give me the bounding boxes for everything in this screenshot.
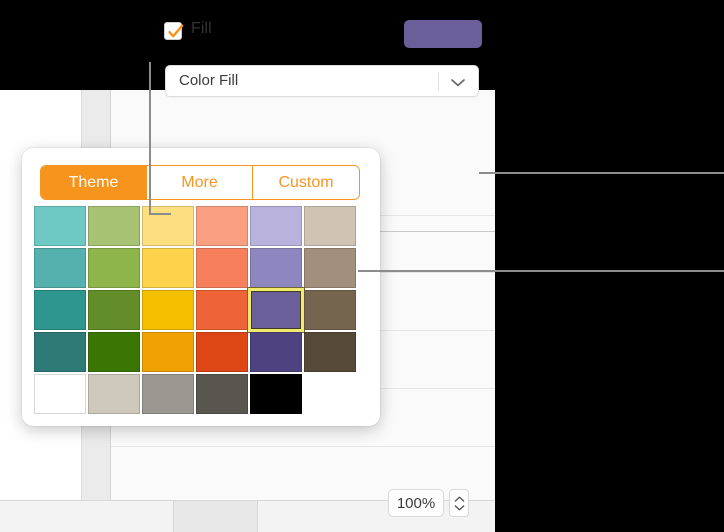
color-swatch-tan-light[interactable] xyxy=(304,206,356,246)
color-swatch-purple-medium-light[interactable] xyxy=(250,248,302,288)
color-swatch-medium-gray[interactable] xyxy=(142,374,194,414)
fill-type-select[interactable]: Color Fill xyxy=(165,65,479,97)
callout-to-fill-type-select xyxy=(479,172,724,174)
chevron-down-icon[interactable] xyxy=(448,76,468,88)
color-swatch-orange-light[interactable] xyxy=(196,206,248,246)
fill-checkbox[interactable] xyxy=(164,22,184,40)
color-swatch-tan-medium-light[interactable] xyxy=(304,248,356,288)
tab-theme-label: Theme xyxy=(68,173,119,191)
tab-custom-label: Custom xyxy=(278,173,334,191)
fill-type-value: Color Fill xyxy=(179,72,239,89)
color-swatch-tan-dark[interactable] xyxy=(304,332,356,372)
chevron-down-icon[interactable] xyxy=(454,504,465,511)
color-swatch-green-medium-light[interactable] xyxy=(88,248,140,288)
color-swatch-yellow-medium-light[interactable] xyxy=(142,248,194,288)
color-swatch-orange-medium-light[interactable] xyxy=(196,248,248,288)
color-swatch-teal-dark[interactable] xyxy=(34,332,86,372)
fill-label: Fill xyxy=(191,20,212,37)
zoom-stepper[interactable] xyxy=(449,489,469,517)
color-swatch-teal-light[interactable] xyxy=(34,206,86,246)
color-swatch-green-dark[interactable] xyxy=(88,332,140,372)
tab-more[interactable]: More xyxy=(147,166,253,199)
color-swatch-green-light[interactable] xyxy=(88,206,140,246)
color-swatch-teal-medium[interactable] xyxy=(34,290,86,330)
fill-color-chip[interactable] xyxy=(404,20,482,48)
chevron-up-icon[interactable] xyxy=(454,496,465,502)
color-swatch-tan-medium[interactable] xyxy=(304,290,356,330)
zoom-value-field[interactable]: 100% xyxy=(388,489,444,517)
checkmark-icon xyxy=(168,24,184,38)
color-swatch-empty xyxy=(304,374,356,414)
color-picker-popover: Theme More Custom xyxy=(22,148,380,426)
callout-to-fill-swatch-arm xyxy=(149,213,171,215)
select-divider xyxy=(438,72,439,91)
tab-theme[interactable]: Theme xyxy=(41,166,147,199)
color-swatch-purple-light[interactable] xyxy=(250,206,302,246)
color-swatch-white[interactable] xyxy=(34,374,86,414)
color-swatch-yellow-dark[interactable] xyxy=(142,332,194,372)
color-swatch-yellow-medium[interactable] xyxy=(142,290,194,330)
tab-custom[interactable]: Custom xyxy=(253,166,359,199)
color-swatch-teal-medium-light[interactable] xyxy=(34,248,86,288)
color-swatch-black[interactable] xyxy=(250,374,302,414)
fill-row: Fill xyxy=(52,18,482,52)
color-swatch-light-gray[interactable] xyxy=(88,374,140,414)
color-swatch-orange-medium[interactable] xyxy=(196,290,248,330)
theme-color-grid xyxy=(34,206,356,414)
callout-to-custom-tab xyxy=(358,270,724,272)
color-source-tabs: Theme More Custom xyxy=(40,165,360,200)
callout-to-fill-swatch xyxy=(149,62,151,214)
tab-more-label: More xyxy=(181,173,218,191)
zoom-control: 100% xyxy=(388,489,469,517)
color-swatch-green-medium[interactable] xyxy=(88,290,140,330)
color-swatch-purple-medium[interactable] xyxy=(248,288,304,332)
color-swatch-orange-dark[interactable] xyxy=(196,332,248,372)
color-swatch-purple-dark[interactable] xyxy=(250,332,302,372)
color-swatch-dark-gray[interactable] xyxy=(196,374,248,414)
